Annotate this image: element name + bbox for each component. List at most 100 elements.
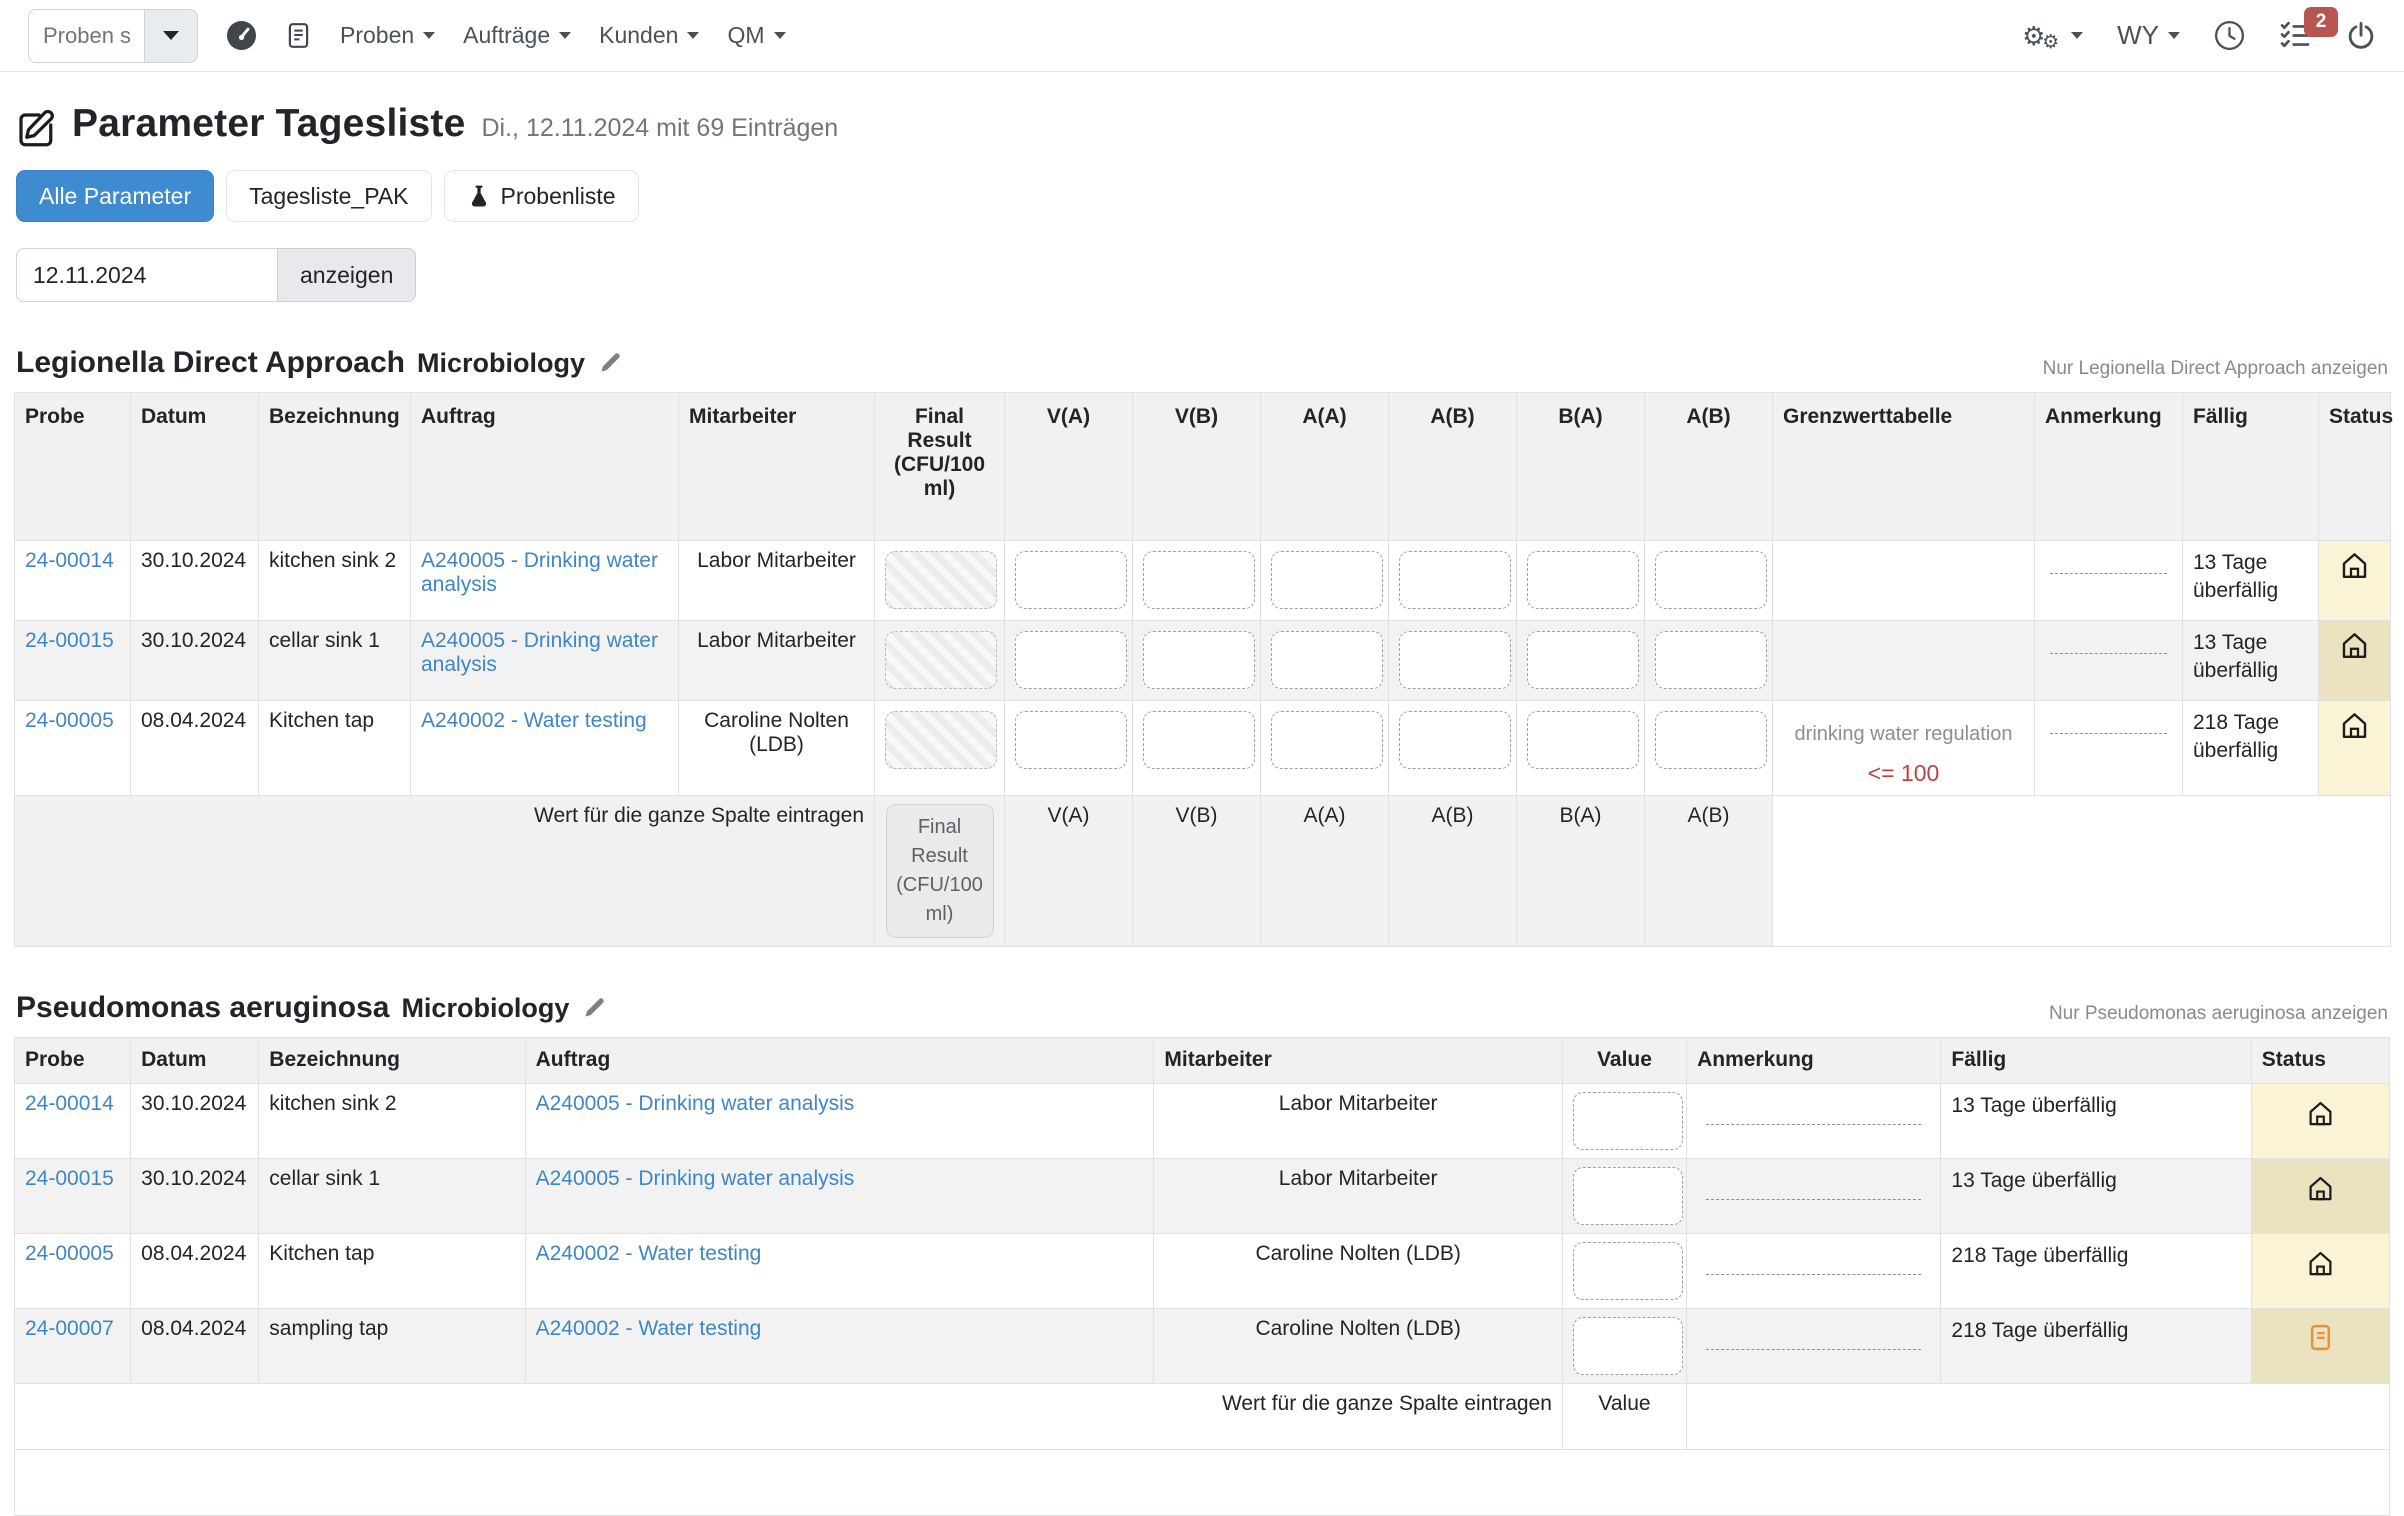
va-input[interactable] <box>1015 551 1127 609</box>
anmerkung-field[interactable] <box>2050 733 2167 734</box>
tab-probenliste[interactable]: Probenliste <box>444 170 639 222</box>
probe-link[interactable]: 24-00014 <box>25 549 114 572</box>
value-input[interactable] <box>1573 1317 1683 1375</box>
col-header-ab: A(B) <box>1389 393 1517 541</box>
fill-value-label[interactable]: Value <box>1562 1384 1686 1450</box>
aa-input[interactable] <box>1271 711 1383 769</box>
fill-final-result-button[interactable]: Final Result (CFU/100 ml) <box>886 804 994 938</box>
status-cell[interactable] <box>2251 1084 2389 1159</box>
va-input[interactable] <box>1015 631 1127 689</box>
anmerkung-field[interactable] <box>2050 573 2167 574</box>
tasks-button[interactable]: 2 <box>2279 19 2312 52</box>
ab2-input[interactable] <box>1655 631 1767 689</box>
table-row: 24-00005 08.04.2024 Kitchen tap A240002 … <box>15 701 2391 796</box>
footer-empty-cell <box>1773 796 2391 947</box>
col-header-probe: Probe <box>15 393 131 541</box>
probe-link[interactable]: 24-00015 <box>25 1167 114 1190</box>
user-menu[interactable]: WY <box>2117 20 2180 51</box>
section-title-text: Legionella Direct Approach <box>16 346 405 380</box>
ab-input[interactable] <box>1399 711 1511 769</box>
documents-button[interactable] <box>285 20 312 51</box>
fill-aa-label[interactable]: A(A) <box>1261 796 1389 947</box>
anmerkung-field[interactable] <box>1706 1274 1921 1275</box>
probe-link[interactable]: 24-00014 <box>25 1092 114 1115</box>
ab-input[interactable] <box>1399 551 1511 609</box>
value-input[interactable] <box>1573 1167 1683 1225</box>
anmerkung-cell <box>1687 1084 1941 1159</box>
auftrag-link[interactable]: A240005 - Drinking water analysis <box>536 1092 855 1115</box>
value-input[interactable] <box>1573 1092 1683 1150</box>
tab-alle-parameter[interactable]: Alle Parameter <box>16 170 214 222</box>
menu-kunden[interactable]: Kunden <box>599 22 699 49</box>
vb-cell <box>1133 541 1261 621</box>
status-cell[interactable] <box>2251 1234 2389 1309</box>
va-input[interactable] <box>1015 711 1127 769</box>
logout-button[interactable] <box>2346 21 2376 51</box>
fill-ab2-label[interactable]: A(B) <box>1645 796 1773 947</box>
status-cell[interactable] <box>2319 541 2391 621</box>
probe-link[interactable]: 24-00015 <box>25 629 114 652</box>
settings-menu[interactable]: ⚙⚙ <box>2022 23 2083 49</box>
search-input[interactable] <box>28 9 144 63</box>
anmerkung-field[interactable] <box>2050 653 2167 654</box>
auftrag-link[interactable]: A240002 - Water testing <box>536 1242 762 1265</box>
legionella-table: Probe Datum Bezeichnung Auftrag Mitarbei… <box>14 392 2391 947</box>
status-cell[interactable] <box>2251 1309 2389 1384</box>
ab2-input[interactable] <box>1655 711 1767 769</box>
auftrag-link[interactable]: A240002 - Water testing <box>536 1317 762 1340</box>
ab2-input[interactable] <box>1655 551 1767 609</box>
probe-link[interactable]: 24-00005 <box>25 1242 114 1265</box>
menu-proben[interactable]: Proben <box>340 22 435 49</box>
final-result-input <box>885 551 997 609</box>
ab-cell <box>1389 621 1517 701</box>
fill-ba-label[interactable]: B(A) <box>1517 796 1645 947</box>
chevron-down-icon <box>2071 32 2083 39</box>
notification-badge: 2 <box>2304 7 2338 37</box>
vb-input[interactable] <box>1143 711 1255 769</box>
pseudomonas-section-head: Pseudomonas aeruginosa Microbiology Nur … <box>16 991 2388 1025</box>
pseudomonas-table: Probe Datum Bezeichnung Auftrag Mitarbei… <box>14 1037 2390 1516</box>
probe-link[interactable]: 24-00007 <box>25 1317 114 1340</box>
vb-input[interactable] <box>1143 631 1255 689</box>
probe-link[interactable]: 24-00005 <box>25 709 114 732</box>
ba-input[interactable] <box>1527 711 1639 769</box>
filter-pseudomonas-link[interactable]: Nur Pseudomonas aeruginosa anzeigen <box>2049 1003 2388 1025</box>
datum-cell: 30.10.2024 <box>131 541 259 621</box>
aa-input[interactable] <box>1271 631 1383 689</box>
value-input[interactable] <box>1573 1242 1683 1300</box>
filter-legionella-link[interactable]: Nur Legionella Direct Approach anzeigen <box>2043 358 2388 380</box>
ab-cell <box>1389 541 1517 621</box>
vb-input[interactable] <box>1143 551 1255 609</box>
fill-vb-label[interactable]: V(B) <box>1133 796 1261 947</box>
menu-proben-label: Proben <box>340 22 414 49</box>
probe-cell: 24-00015 <box>15 621 131 701</box>
status-cell[interactable] <box>2251 1159 2389 1234</box>
fill-ab-label[interactable]: A(B) <box>1389 796 1517 947</box>
status-cell[interactable] <box>2319 701 2391 796</box>
edit-pencil-icon[interactable] <box>597 351 622 376</box>
fill-va-label[interactable]: V(A) <box>1005 796 1133 947</box>
status-cell[interactable] <box>2319 621 2391 701</box>
ba-input[interactable] <box>1527 551 1639 609</box>
ab-input[interactable] <box>1399 631 1511 689</box>
auftrag-link[interactable]: A240005 - Drinking water analysis <box>421 549 658 596</box>
history-button[interactable] <box>2214 20 2245 51</box>
anmerkung-field[interactable] <box>1706 1124 1921 1125</box>
search-dropdown-button[interactable] <box>144 9 198 63</box>
dashboard-button[interactable] <box>226 20 257 51</box>
auftrag-link[interactable]: A240002 - Water testing <box>421 709 647 732</box>
mitarbeiter-cell: Labor Mitarbeiter <box>679 621 875 701</box>
date-input[interactable] <box>16 248 278 302</box>
show-button[interactable]: anzeigen <box>278 248 416 302</box>
auftrag-link[interactable]: A240005 - Drinking water analysis <box>421 629 658 676</box>
auftrag-link[interactable]: A240005 - Drinking water analysis <box>536 1167 855 1190</box>
anmerkung-field[interactable] <box>1706 1349 1921 1350</box>
aa-input[interactable] <box>1271 551 1383 609</box>
auftrag-cell: A240002 - Water testing <box>525 1234 1154 1309</box>
anmerkung-field[interactable] <box>1706 1199 1921 1200</box>
ba-input[interactable] <box>1527 631 1639 689</box>
edit-pencil-icon[interactable] <box>581 996 606 1021</box>
menu-auftraege[interactable]: Aufträge <box>463 22 571 49</box>
menu-qm[interactable]: QM <box>727 22 785 49</box>
tab-tagesliste-pak[interactable]: Tagesliste_PAK <box>226 170 431 222</box>
